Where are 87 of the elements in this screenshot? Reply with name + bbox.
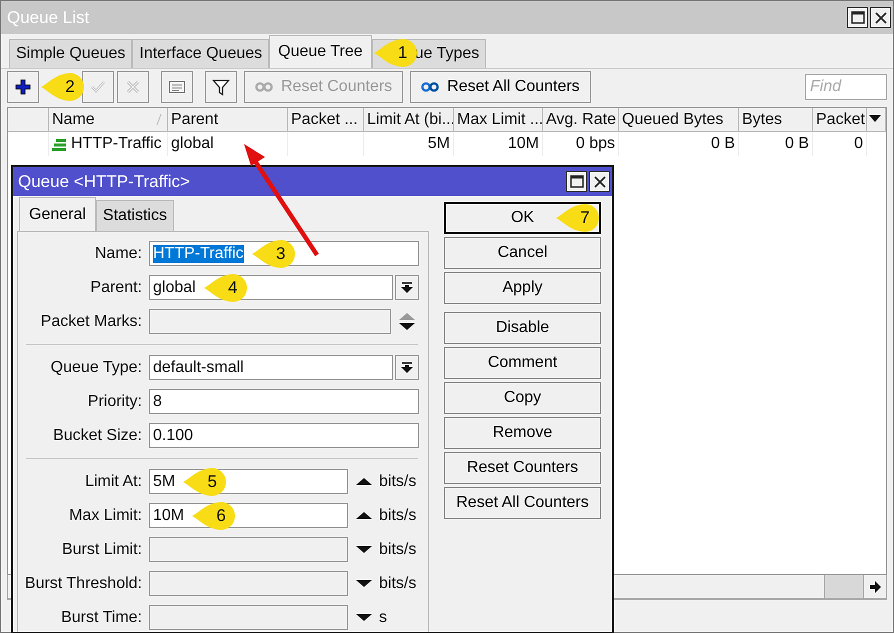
dropdown-icon (400, 282, 414, 294)
toolbar-button[interactable] (205, 71, 237, 103)
dropdown-button[interactable] (395, 355, 419, 380)
dialog-button[interactable]: Reset Counters (444, 452, 601, 484)
input-field[interactable]: HTTP-Traffic 3 (149, 241, 419, 266)
field-label: Name: (94, 244, 142, 262)
callout-marker: 5 (183, 466, 228, 496)
column-header[interactable]: Avg. Rate (543, 108, 619, 132)
input-field[interactable]: default-small (149, 355, 393, 380)
callout-marker: 3 (252, 238, 296, 268)
dialog-button[interactable]: Disable (444, 312, 601, 344)
field-label: Parent: (89, 278, 142, 296)
column-header[interactable]: Queued Bytes (619, 108, 739, 132)
plus-icon (14, 78, 32, 96)
callout-marker: 2 (41, 72, 85, 102)
column-header[interactable]: Parent (168, 108, 288, 132)
column-header[interactable]: Bytes (739, 108, 813, 132)
table-cell: 10M (454, 132, 543, 156)
tab[interactable]: Simple Queues (9, 39, 132, 68)
maximize-button[interactable] (847, 7, 868, 28)
input-field[interactable]: 0.100 (149, 423, 419, 448)
unit-label: bits/s (379, 540, 416, 558)
dialog-button[interactable]: Comment (444, 347, 601, 379)
dialog-title: Queue <HTTP-Traffic> (18, 172, 191, 192)
table-cell: 0 (813, 132, 867, 156)
close-button[interactable] (870, 7, 891, 28)
field-label: Packet Marks: (40, 312, 142, 330)
unit-label: bits/s (379, 506, 416, 524)
dropdown-icon[interactable] (868, 113, 882, 123)
close-icon (874, 10, 888, 24)
column-header[interactable]: Packet (813, 108, 867, 132)
up-triangle-icon[interactable] (356, 511, 372, 520)
callout-marker: 4 (204, 272, 248, 302)
table-cell: 5M (364, 132, 454, 156)
rings-icon (255, 80, 273, 94)
field-label: Max Limit: (68, 506, 142, 524)
dialog-button[interactable]: Cancel (444, 237, 601, 269)
close-icon (592, 174, 606, 188)
dialog-button[interactable]: Remove (444, 417, 601, 449)
tab[interactable]: Queue Tree (269, 35, 372, 68)
maximize-icon (850, 11, 864, 24)
maximize-button[interactable] (566, 171, 587, 192)
field-label: Burst Limit: (60, 540, 142, 558)
find-field[interactable]: Find (805, 74, 887, 100)
field-label: Burst Time: (60, 608, 142, 626)
callout-marker: 7 (556, 203, 600, 233)
right-arrow-icon[interactable] (869, 580, 881, 592)
column-header[interactable]: Packet ... (288, 108, 364, 132)
maximize-icon (570, 175, 584, 188)
up-down-icon[interactable] (398, 312, 416, 331)
input-field[interactable]: 10M 6 (149, 503, 348, 528)
dialog-button[interactable]: Reset All Counters (444, 487, 601, 519)
scrollbar-thumb[interactable] (824, 575, 863, 598)
dialog-button[interactable]: Copy (444, 382, 601, 414)
field-label: Limit At: (84, 472, 142, 490)
close-button[interactable] (589, 171, 610, 192)
tab[interactable]: Statistics (96, 200, 174, 231)
table-cell: 0 bps (543, 132, 619, 156)
tab[interactable]: General (19, 197, 96, 231)
up-triangle-icon[interactable] (356, 477, 372, 486)
rings-icon (421, 80, 440, 94)
dialog-button[interactable]: Apply (444, 272, 601, 304)
cross-icon (124, 78, 142, 96)
table-cell: HTTP-Traffic (71, 135, 162, 153)
unit-label: bits/s (379, 574, 416, 592)
tab[interactable]: Interface Queues (132, 39, 270, 68)
dropdown-icon (400, 362, 414, 374)
reset-button[interactable]: Reset All Counters (410, 71, 591, 103)
queue-icon (52, 138, 66, 150)
unit-label: bits/s (379, 472, 416, 490)
input-field[interactable]: 5M 5 (149, 469, 348, 494)
dropdown-button[interactable] (395, 275, 419, 300)
note-icon (168, 78, 186, 96)
table-cell: 0 B (619, 132, 739, 156)
field-label: Burst Threshold: (24, 574, 142, 592)
input-field[interactable]: global 4 (149, 275, 393, 300)
toolbar-button[interactable] (7, 71, 39, 103)
unit-label: s (379, 608, 387, 626)
field-label: Queue Type: (50, 358, 142, 376)
field-label: Bucket Size: (52, 426, 142, 444)
funnel-icon (212, 78, 230, 96)
input-field[interactable]: 8 (149, 389, 419, 414)
column-header[interactable]: Name (49, 108, 168, 132)
field-label: Priority: (86, 392, 142, 410)
callout-marker: 6 (192, 500, 236, 530)
table-cell: 0 B (739, 132, 813, 156)
column-header[interactable]: Max Limit ... (454, 108, 543, 132)
